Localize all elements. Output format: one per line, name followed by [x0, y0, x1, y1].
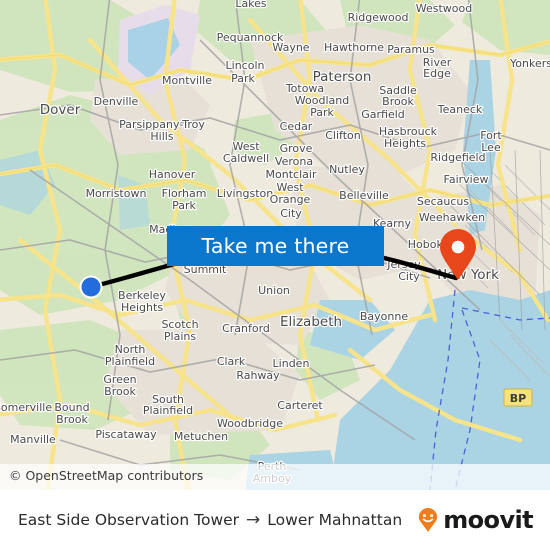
map-place-label: Clark [217, 355, 246, 368]
map-place-label: Cranford [222, 322, 270, 335]
map-place-label: Park [310, 106, 334, 119]
map-place-label: Belleville [339, 189, 389, 202]
map-place-label: Union [258, 284, 290, 297]
map-place-label: Weehawken [419, 211, 485, 224]
map-place-label: Plainfield [105, 355, 155, 368]
map-place-label: Plainfield [143, 404, 193, 417]
map-place-label: Nutley [329, 163, 365, 176]
map-place-label: Elizabeth [280, 314, 342, 330]
map-place-label: Woodbridge [217, 417, 283, 430]
map-place-label: Montville [162, 74, 212, 87]
map-place-label: Montclair [266, 168, 317, 181]
route-destination-label: Lower Mahnattan [267, 511, 403, 529]
map-place-label: Livingston [217, 187, 273, 200]
map-place-label: Ridgefield [430, 151, 485, 164]
map-place-label: Heights [384, 137, 426, 150]
map-place-label: Clifton [325, 129, 361, 142]
map-attribution-bar: © OpenStreetMap contributors [0, 464, 550, 490]
map-place-label: Lincoln [226, 59, 265, 72]
map-place-label: Edge [423, 67, 451, 80]
map-place-label: Plains [164, 330, 196, 343]
map-place-label: Somerville [0, 401, 52, 414]
map-place-label: Hoboken [408, 238, 456, 251]
take-me-there-button[interactable]: Take me there [167, 226, 384, 266]
map-place-label: Carteret [277, 399, 323, 412]
map-place-label: Park [172, 199, 196, 212]
moovit-wordmark: moovit [443, 506, 533, 534]
route-summary: East Side Observation Tower → Lower Mahn… [18, 511, 402, 529]
map-place-label: Fairview [444, 173, 489, 186]
map-place-label: Caldwell [223, 152, 269, 165]
map-place-label: Ridgewood [348, 11, 409, 24]
map-place-label: Verona [275, 155, 313, 168]
map-canvas[interactable]: Lakes Ridgewood Westwood Pequannock Wayne Haw… [0, 0, 550, 490]
moovit-pin-icon [419, 507, 438, 532]
map-place-label: New York [437, 267, 499, 283]
map-place-label: Hills [150, 130, 173, 143]
map-place-label: Denville [94, 95, 139, 108]
map-place-label: Rahway [236, 369, 280, 382]
map-place-label: Teaneck [437, 103, 483, 116]
map-place-label: Yonkers [509, 57, 550, 70]
map-place-label: Hawthorne [324, 41, 384, 54]
map-place-label: Cedar [280, 120, 313, 133]
moovit-route-card: Lakes Ridgewood Westwood Pequannock Wayne Haw… [0, 0, 550, 550]
map-place-label: Brook [104, 385, 136, 398]
map-place-label: Park [231, 72, 255, 85]
map-place-label: Manville [10, 433, 56, 446]
map-place-label: Morristown [86, 187, 147, 200]
map-place-label: Secaucus [417, 195, 470, 208]
map-place-label: Wayne [272, 41, 309, 54]
map-place-label: Grove [280, 142, 313, 155]
map-place-label: Heights [121, 301, 163, 314]
map-place-label: Brook [382, 95, 414, 108]
map-place-label: Metuchen [174, 430, 228, 443]
map-place-label: Bayonne [360, 310, 408, 323]
map-place-label: Dover [40, 102, 81, 118]
map-place-label: Lakes [235, 0, 267, 10]
arrow-right-icon: → [246, 509, 261, 530]
moovit-logo[interactable]: moovit [415, 506, 534, 534]
route-origin-label: East Side Observation Tower [18, 511, 240, 529]
attribution-text: © OpenStreetMap contributors [9, 468, 204, 483]
map-place-label: Piscataway [95, 428, 157, 441]
map-place-label: Orange [270, 193, 311, 206]
map-place-label: City [280, 207, 302, 220]
map-place-label: Hanover [149, 168, 196, 181]
take-me-there-label: Take me there [201, 234, 350, 258]
map-place-label: Garfield [361, 108, 405, 121]
route-footer: East Side Observation Tower → Lower Mahn… [0, 490, 550, 550]
map-place-label: Westwood [416, 2, 472, 15]
map-place-label: Brook [56, 413, 88, 426]
map-place-label: Paramus [387, 43, 435, 56]
map-place-label: City [398, 270, 420, 283]
